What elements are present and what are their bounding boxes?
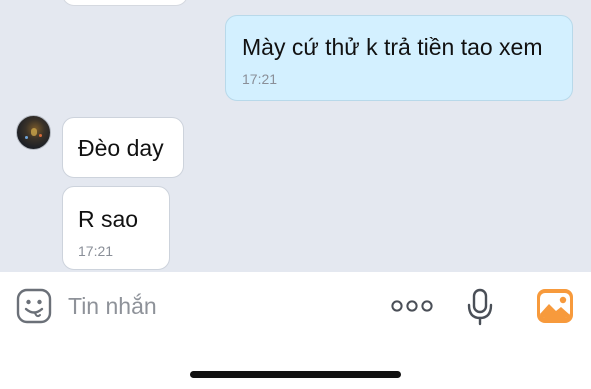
home-indicator[interactable] (190, 371, 401, 378)
incoming-message-bubble[interactable]: R sao 17:21 (62, 186, 170, 270)
chat-message-list[interactable]: Mày cứ thử k trả tiền tao xem 17:21 Đèo … (0, 0, 591, 272)
outgoing-message-bubble[interactable]: Mày cứ thử k trả tiền tao xem 17:21 (225, 15, 573, 101)
previous-message-bubble (62, 0, 188, 6)
more-dots-icon[interactable] (390, 294, 434, 318)
message-text: R sao (78, 206, 139, 232)
message-text: Đèo day (78, 135, 164, 161)
contact-avatar[interactable] (16, 115, 51, 150)
message-timestamp: 17:21 (242, 71, 278, 87)
message-input[interactable] (68, 290, 368, 322)
message-text: Mày cứ thử k trả tiền tao xem (242, 34, 543, 60)
image-gallery-icon[interactable] (536, 288, 574, 324)
microphone-icon[interactable] (466, 288, 494, 326)
message-timestamp: 17:21 (78, 243, 114, 259)
sticker-face-icon[interactable] (16, 288, 52, 324)
incoming-message-bubble[interactable]: Đèo day (62, 117, 184, 178)
